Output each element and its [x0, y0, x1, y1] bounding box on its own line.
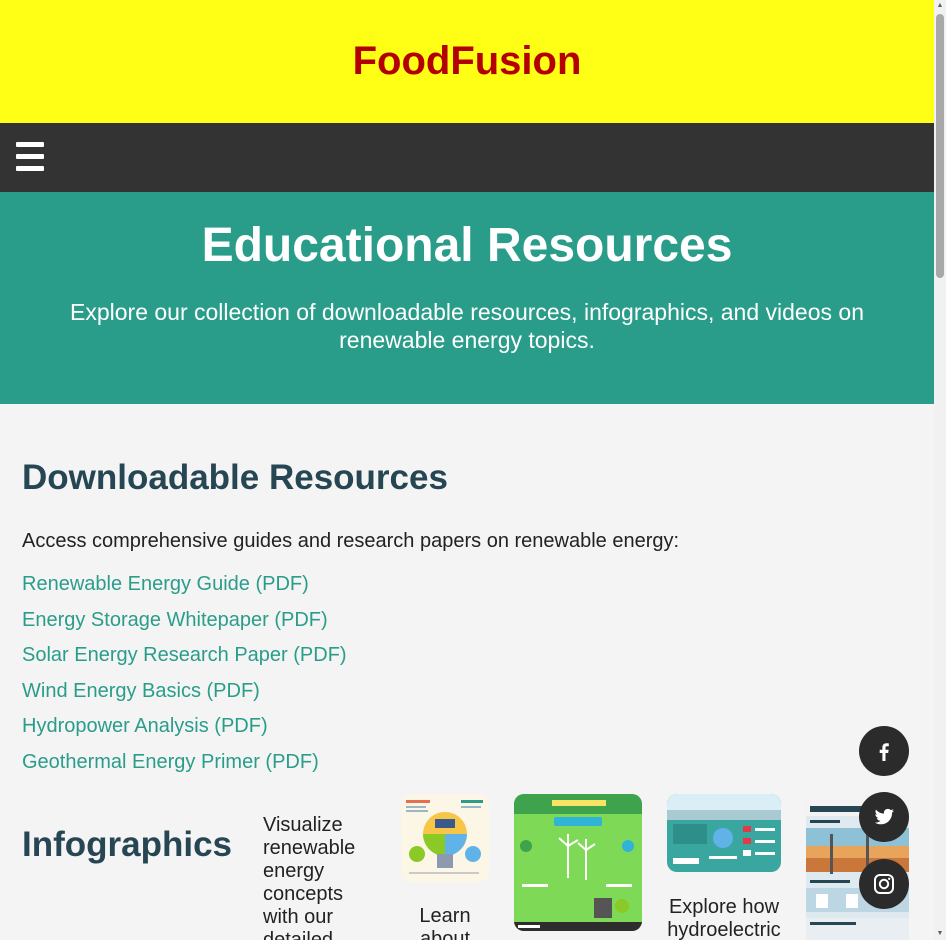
infographic-thumbnail-lightbulb[interactable]: [401, 794, 489, 882]
list-item: Energy Storage Whitepaper (PDF): [22, 608, 347, 644]
facebook-icon: [879, 743, 889, 761]
resource-list: Renewable Energy Guide (PDF) Energy Stor…: [22, 572, 347, 786]
infographics-description: Visualize renewable energy concepts with…: [263, 814, 356, 940]
resource-link-storage-whitepaper[interactable]: Energy Storage Whitepaper (PDF): [22, 609, 328, 631]
resource-link-hydropower-analysis[interactable]: Hydropower Analysis (PDF): [22, 715, 268, 737]
resource-link-geothermal-primer[interactable]: Geothermal Energy Primer (PDF): [22, 751, 319, 773]
resource-link-renewable-guide[interactable]: Renewable Energy Guide (PDF): [22, 573, 309, 595]
twitter-icon: [874, 808, 894, 825]
infographic-thumbnail-wind-energy[interactable]: [514, 794, 642, 931]
infographic-thumbnail-hydroelectric[interactable]: [667, 794, 781, 872]
site-header: FoodFusion: [0, 0, 934, 123]
downloads-heading: Downloadable Resources: [22, 458, 448, 497]
scroll-down-arrow-icon[interactable]: ▼: [936, 930, 944, 938]
infographic-caption: Learn about: [419, 905, 471, 940]
twitter-button[interactable]: [859, 792, 909, 842]
instagram-icon: [874, 874, 894, 894]
list-item: Renewable Energy Guide (PDF): [22, 572, 347, 608]
scrollbar-thumb[interactable]: [936, 14, 944, 278]
navbar: [0, 123, 934, 192]
brand-title[interactable]: FoodFusion: [0, 38, 934, 84]
resource-link-wind-basics[interactable]: Wind Energy Basics (PDF): [22, 680, 260, 702]
hamburger-menu-icon[interactable]: [16, 142, 44, 172]
facebook-button[interactable]: [859, 726, 909, 776]
hero-subtitle: Explore our collection of downloadable r…: [70, 299, 864, 353]
list-item: Hydropower Analysis (PDF): [22, 714, 347, 750]
infographics-heading: Infographics: [22, 825, 233, 864]
hero-section: Educational Resources Explore our collec…: [0, 192, 934, 404]
list-item: Solar Energy Research Paper (PDF): [22, 643, 347, 679]
instagram-button[interactable]: [859, 859, 909, 909]
list-item: Geothermal Energy Primer (PDF): [22, 750, 347, 786]
downloads-intro: Access comprehensive guides and research…: [22, 530, 680, 552]
hero-title: Educational Resources: [201, 219, 733, 272]
resource-link-solar-research[interactable]: Solar Energy Research Paper (PDF): [22, 644, 347, 666]
infographic-caption: Explore how hydroelectric: [667, 896, 781, 940]
scroll-up-arrow-icon[interactable]: ▲: [936, 2, 944, 10]
list-item: Wind Energy Basics (PDF): [22, 679, 347, 715]
